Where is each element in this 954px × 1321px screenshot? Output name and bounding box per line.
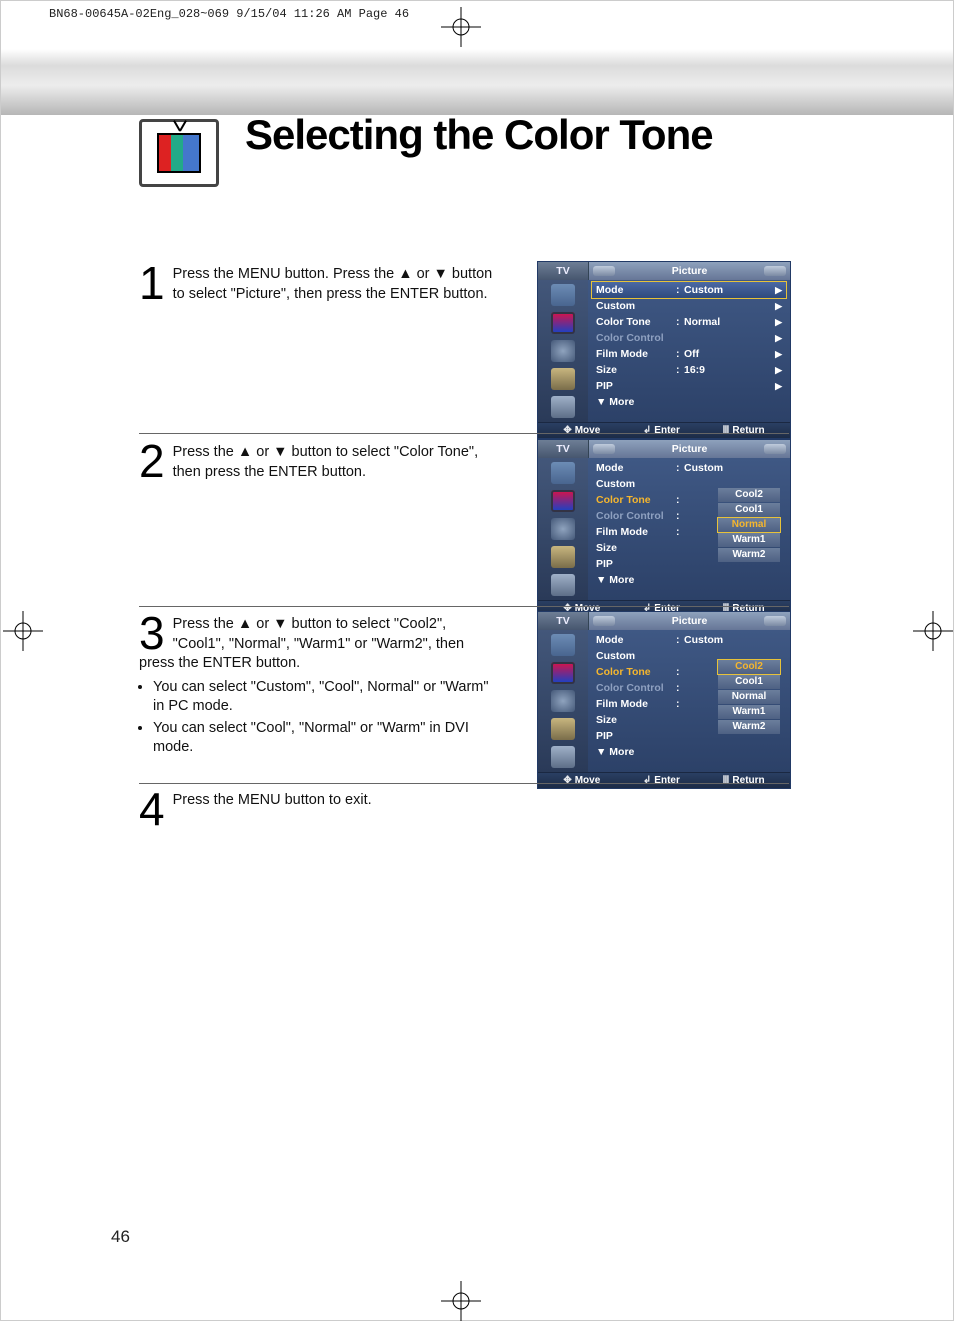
popup-option: Cool1 [718, 675, 780, 689]
page-title: Selecting the Color Tone [245, 111, 713, 159]
popup-option-selected: Normal [718, 518, 780, 532]
return-icon: Ⅲ [723, 425, 730, 436]
divider [139, 606, 789, 607]
osd-tab-picture: Picture [588, 262, 790, 280]
print-header-text: BN68-00645A-02Eng_028~069 9/15/04 11:26 … [49, 7, 409, 21]
step-2-number: 2 [139, 443, 165, 480]
osd-item-colortone: Color Tone:Normal▶ [592, 314, 786, 330]
osd-item-filmmode: Film Mode:Off▶ [592, 346, 786, 362]
step-2-text: Press the ▲ or ▼ button to select "Color… [173, 444, 479, 480]
move-icon: ✥ [563, 425, 571, 436]
osd-footer: ✥Move ↲Enter ⅢReturn [538, 422, 790, 438]
osd-item-pip: PIP▶ [592, 378, 786, 394]
crop-mark-left [3, 611, 43, 651]
osd-screenshot-3: TV Picture Mode:Custom Custom Color Tone… [537, 611, 791, 789]
popup-option: Warm1 [718, 533, 780, 547]
osd-item-mode: Mode:Custom [592, 632, 786, 648]
step-4: 4 Press the MENU button to exit. [139, 791, 793, 828]
osd-item-colorcontrol: Color Control▶ [592, 330, 786, 346]
osd-sidebar-icon [551, 340, 575, 362]
osd-sidebar-icon [551, 312, 575, 334]
osd-item-custom: Custom▶ [592, 298, 786, 314]
osd-sidebar-icon [551, 396, 575, 418]
osd-item-more: ▼ More [592, 572, 786, 588]
step-3-text: Press the ▲ or ▼ button to select "Cool2… [139, 616, 464, 671]
divider [139, 783, 789, 784]
osd-screenshot-1: TV Picture Mode:Custom▶ Custom▶ Color To… [537, 261, 791, 439]
osd-item-more: ▼ More [592, 744, 786, 760]
header-band [1, 49, 953, 115]
osd-menu-list: Mode:Custom▶ Custom▶ Color Tone:Normal▶ … [588, 280, 790, 422]
osd-item-size: Size:16:9▶ [592, 362, 786, 378]
osd-tab-tv: TV [538, 262, 588, 280]
popup-option: Warm1 [718, 705, 780, 719]
step-1-number: 1 [139, 265, 165, 302]
chevron-right-icon: ▶ [772, 285, 782, 296]
crop-mark-top [441, 7, 481, 47]
colortone-popup: Cool2 Cool1 Normal Warm1 Warm2 [718, 488, 780, 562]
popup-option: Cool2 [718, 488, 780, 502]
enter-icon: ↲ [643, 425, 651, 436]
popup-option: Cool1 [718, 503, 780, 517]
step-3-bullet: You can select "Cool", "Normal" or "Warm… [153, 719, 497, 758]
page-number: 46 [111, 1227, 130, 1247]
step-3-number: 3 [139, 615, 165, 652]
step-3-bullet: You can select "Custom", "Cool", Normal"… [153, 678, 497, 717]
step-4-number: 4 [139, 791, 165, 828]
colortone-popup: Cool2 Cool1 Normal Warm1 Warm2 [718, 660, 780, 734]
osd-item-mode: Mode:Custom▶ [592, 282, 786, 298]
popup-option: Normal [718, 690, 780, 704]
step-4-text: Press the MENU button to exit. [173, 792, 372, 808]
tv-icon [139, 119, 219, 187]
crop-mark-right [913, 611, 953, 651]
popup-option-selected: Cool2 [718, 660, 780, 674]
manual-page: BN68-00645A-02Eng_028~069 9/15/04 11:26 … [0, 0, 954, 1321]
divider [139, 433, 789, 434]
osd-item-mode: Mode:Custom [592, 460, 786, 476]
step-1-text: Press the MENU button. Press the ▲ or ▼ … [173, 266, 493, 302]
osd-sidebar-icon [551, 284, 575, 306]
popup-option: Warm2 [718, 720, 780, 734]
osd-sidebar [538, 280, 588, 422]
osd-sidebar-icon [551, 368, 575, 390]
popup-option: Warm2 [718, 548, 780, 562]
osd-screenshot-2: TV Picture Mode:Custom Custom Color Tone… [537, 439, 791, 617]
crop-mark-bottom [441, 1281, 481, 1321]
osd-item-more: ▼ More [592, 394, 786, 410]
